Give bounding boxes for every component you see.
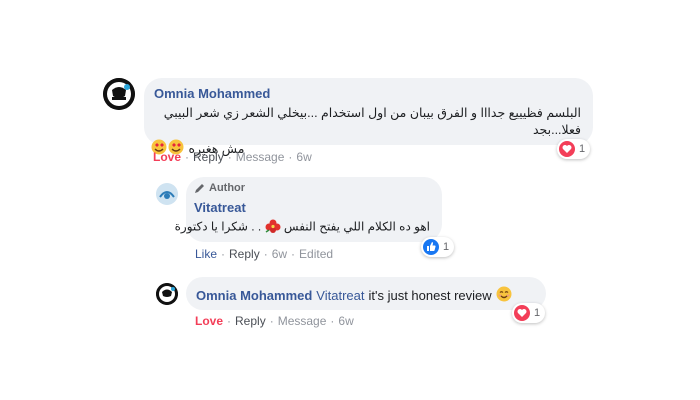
profile-logo-icon bbox=[103, 78, 135, 110]
like-button[interactable]: Like bbox=[195, 247, 217, 261]
comment-text: Omnia Mohammed Vitatreat it's just hones… bbox=[196, 286, 512, 305]
avatar[interactable] bbox=[156, 283, 178, 305]
reaction-count[interactable]: 1 bbox=[557, 139, 591, 159]
reaction-count[interactable]: 1 bbox=[421, 237, 455, 257]
comment-bubble: Omnia Mohammed البلسم فظيييع جدااا و الف… bbox=[144, 78, 593, 156]
vitatreat-logo-icon bbox=[156, 183, 178, 205]
comment-actions: Like · Reply · 6w · Edited bbox=[195, 247, 334, 261]
comment-author[interactable]: Omnia Mohammed bbox=[154, 86, 270, 101]
comment-actions: Love · Reply · Message · 6w bbox=[153, 150, 312, 164]
like-reaction-icon bbox=[423, 239, 439, 255]
smiling-emoji-icon bbox=[496, 286, 512, 305]
edited-label[interactable]: Edited bbox=[299, 247, 333, 261]
comment-text-line: البلسم فظيييع جدااا و الفرق بيبان من اول… bbox=[163, 106, 581, 137]
reply-button[interactable]: Reply bbox=[193, 150, 224, 164]
pencil-icon bbox=[195, 184, 204, 193]
profile-logo-icon bbox=[156, 283, 178, 305]
love-reaction-icon bbox=[514, 305, 530, 321]
reaction-count[interactable]: 1 bbox=[512, 303, 546, 323]
timestamp[interactable]: 6w bbox=[338, 314, 353, 328]
mention-link[interactable]: Vitatreat bbox=[316, 288, 364, 303]
comment-actions: Love · Reply · Message · 6w bbox=[195, 314, 354, 328]
reply-button[interactable]: Reply bbox=[235, 314, 266, 328]
avatar[interactable] bbox=[103, 78, 135, 110]
comment-author[interactable]: Vitatreat bbox=[194, 200, 246, 215]
love-button[interactable]: Love bbox=[153, 150, 181, 164]
love-reaction-icon bbox=[559, 141, 575, 157]
message-button[interactable]: Message bbox=[278, 314, 327, 328]
comment-author[interactable]: Omnia Mohammed bbox=[196, 288, 312, 303]
comment-text: اهو ده الكلام اللي يفتح النفس . . شكرا ي… bbox=[175, 219, 430, 236]
comment-bubble: Author Vitatreat اهو ده الكلام اللي يفتح… bbox=[175, 177, 442, 242]
author-badge: Author bbox=[194, 182, 245, 194]
comment-bubble: Omnia Mohammed Vitatreat it's just hones… bbox=[186, 277, 546, 310]
love-button[interactable]: Love bbox=[195, 314, 223, 328]
message-button[interactable]: Message bbox=[236, 150, 285, 164]
timestamp[interactable]: 6w bbox=[272, 247, 287, 261]
timestamp[interactable]: 6w bbox=[296, 150, 311, 164]
reply-button[interactable]: Reply bbox=[229, 247, 260, 261]
hibiscus-emoji-icon bbox=[265, 219, 281, 236]
avatar[interactable] bbox=[156, 183, 178, 205]
